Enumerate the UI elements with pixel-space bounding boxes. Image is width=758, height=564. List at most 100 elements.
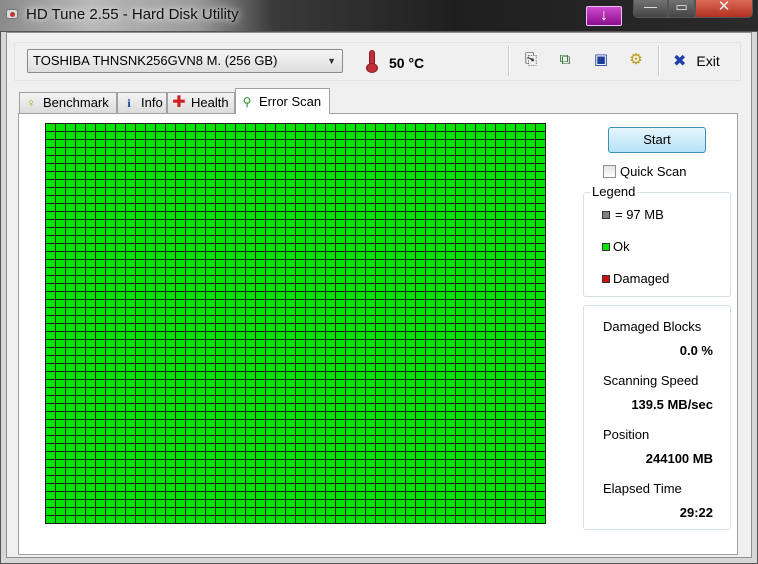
scan-block [246, 340, 255, 347]
scan-block [46, 484, 55, 491]
download-arrow-icon[interactable]: ↓ [586, 6, 622, 26]
scan-block [356, 300, 365, 307]
scan-block [136, 364, 145, 371]
drive-select[interactable]: TOSHIBA THNSNK256GVN8 M. (256 GB) ▼ [27, 49, 343, 73]
scan-block [206, 460, 215, 467]
scan-block [216, 404, 225, 411]
scan-block [486, 372, 495, 379]
exit-button[interactable]: ✖ Exit [673, 51, 720, 71]
scan-block [476, 460, 485, 467]
scan-block [176, 204, 185, 211]
scan-block [166, 492, 175, 499]
scan-block [506, 228, 515, 235]
scan-block [86, 348, 95, 355]
app-icon[interactable] [4, 6, 20, 22]
scan-block [156, 516, 165, 523]
chevron-down-icon[interactable]: ▼ [327, 50, 336, 72]
minimize-button[interactable]: — [633, 0, 668, 18]
scan-block [136, 204, 145, 211]
scan-block [76, 132, 85, 139]
scan-block [226, 308, 235, 315]
scan-block [226, 188, 235, 195]
options-icon[interactable]: ⚙ [627, 51, 645, 69]
close-button[interactable]: ✕ [695, 0, 753, 18]
scan-block [386, 308, 395, 315]
scan-block [386, 388, 395, 395]
legend-damaged: Damaged [602, 271, 669, 286]
scan-block [406, 140, 415, 147]
scan-block [416, 284, 425, 291]
tab-info[interactable]: i Info [117, 92, 167, 113]
scan-block [176, 252, 185, 259]
scan-block [346, 196, 355, 203]
scan-block [106, 452, 115, 459]
scan-block [346, 356, 355, 363]
scan-block [116, 196, 125, 203]
scan-block [146, 244, 155, 251]
scan-block [526, 388, 535, 395]
scan-block [186, 516, 195, 523]
scan-block [146, 476, 155, 483]
scan-block [226, 396, 235, 403]
scan-block [176, 396, 185, 403]
scan-block [506, 444, 515, 451]
scan-block [516, 308, 525, 315]
scan-block [426, 348, 435, 355]
scan-block [246, 316, 255, 323]
scan-block [56, 332, 65, 339]
scan-block [376, 164, 385, 171]
scan-block [56, 508, 65, 515]
scan-block [66, 308, 75, 315]
tab-health[interactable]: ✚ Health [167, 92, 235, 113]
scan-block [206, 220, 215, 227]
copy-screenshot-icon[interactable]: ⧉ [556, 51, 574, 69]
scan-block [126, 188, 135, 195]
scan-block [136, 372, 145, 379]
scan-block [326, 428, 335, 435]
scan-block [216, 380, 225, 387]
scan-block [416, 484, 425, 491]
scan-block [346, 388, 355, 395]
save-icon[interactable]: ▣ [592, 51, 610, 69]
tab-benchmark[interactable]: ♀ Benchmark [19, 92, 117, 113]
scan-block [226, 228, 235, 235]
scan-block [166, 236, 175, 243]
scan-block [506, 500, 515, 507]
scan-block [176, 508, 185, 515]
scan-block [436, 252, 445, 259]
scan-block [286, 348, 295, 355]
scan-block [426, 428, 435, 435]
scan-block [66, 484, 75, 491]
scan-block [266, 500, 275, 507]
scan-block [296, 188, 305, 195]
scan-block [306, 276, 315, 283]
scan-block [506, 364, 515, 371]
scan-block [296, 148, 305, 155]
scan-block [396, 428, 405, 435]
scan-block [406, 404, 415, 411]
checkbox-box[interactable] [603, 165, 616, 178]
elapsed-time-value: 29:22 [679, 505, 713, 520]
start-button[interactable]: Start [608, 127, 706, 153]
scan-block [356, 412, 365, 419]
copy-text-icon[interactable]: ⎘ [522, 51, 540, 69]
scan-block [236, 180, 245, 187]
quick-scan-checkbox[interactable]: Quick Scan [603, 164, 686, 179]
scan-block [46, 204, 55, 211]
scan-block [316, 404, 325, 411]
scan-block [326, 372, 335, 379]
scan-block [296, 380, 305, 387]
tab-error-scan[interactable]: ⚲ Error Scan [235, 88, 330, 114]
maximize-button[interactable]: ▭ [668, 0, 695, 18]
scan-block [426, 500, 435, 507]
scan-block [86, 260, 95, 267]
scan-block [456, 236, 465, 243]
scan-block [446, 444, 455, 451]
scan-block [456, 484, 465, 491]
scan-block [176, 260, 185, 267]
scan-block [256, 220, 265, 227]
scan-block [276, 244, 285, 251]
scan-block [176, 324, 185, 331]
scan-block [276, 372, 285, 379]
scan-block [496, 476, 505, 483]
